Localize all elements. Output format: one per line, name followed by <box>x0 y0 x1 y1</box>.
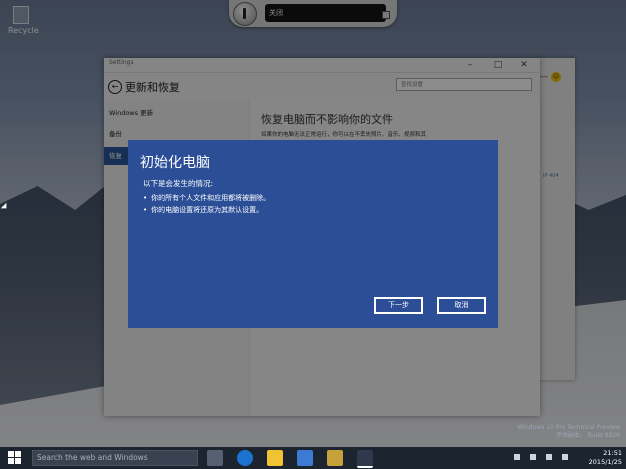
watermark-line-2: 评估副本。 Build 9926 <box>555 432 620 439</box>
reset-pc-dialog: 初始化电脑 以下是会发生的情况: 你的所有个人文件和应用都将被删除。 你的电脑设… <box>128 140 498 328</box>
taskbar-clock[interactable]: 21:51 2015/1/25 <box>589 449 622 467</box>
network-icon[interactable] <box>530 454 536 460</box>
notification-icon[interactable] <box>562 454 568 460</box>
dialog-description: 以下是会发生的情况: <box>143 179 214 188</box>
clock-time: 21:51 <box>603 449 622 457</box>
tray-arrow-icon[interactable] <box>514 454 520 460</box>
volume-icon[interactable] <box>546 454 552 460</box>
app-icon[interactable] <box>327 450 343 466</box>
start-button[interactable] <box>2 450 28 466</box>
dialog-title: 初始化电脑 <box>140 155 210 171</box>
os-watermark: Windows 10 Pro Technical Preview 评估副本。 B… <box>518 424 620 440</box>
watermark-line-1: Windows 10 Pro Technical Preview <box>517 424 620 431</box>
dialog-bullet: 你的所有个人文件和应用都将被删除。 <box>143 192 270 204</box>
task-view-icon[interactable] <box>207 450 223 466</box>
clock-date: 2015/1/25 <box>588 458 622 466</box>
next-button[interactable]: 下一步 <box>374 297 423 314</box>
taskbar-search-input[interactable]: Search the web and Windows <box>32 450 198 466</box>
dialog-bullet-list: 你的所有个人文件和应用都将被删除。 你的电脑设置将还原为其默认设置。 <box>143 192 270 216</box>
dialog-bullet: 你的电脑设置将还原为其默认设置。 <box>143 204 270 216</box>
file-explorer-icon[interactable] <box>267 450 283 466</box>
windows-logo-icon <box>8 451 14 457</box>
internet-explorer-icon[interactable] <box>237 450 253 466</box>
settings-taskbar-icon[interactable] <box>357 450 373 468</box>
taskbar: Search the web and Windows 21:51 2015/1/… <box>0 447 626 469</box>
store-icon[interactable] <box>297 450 313 466</box>
cancel-button[interactable]: 取消 <box>437 297 486 314</box>
